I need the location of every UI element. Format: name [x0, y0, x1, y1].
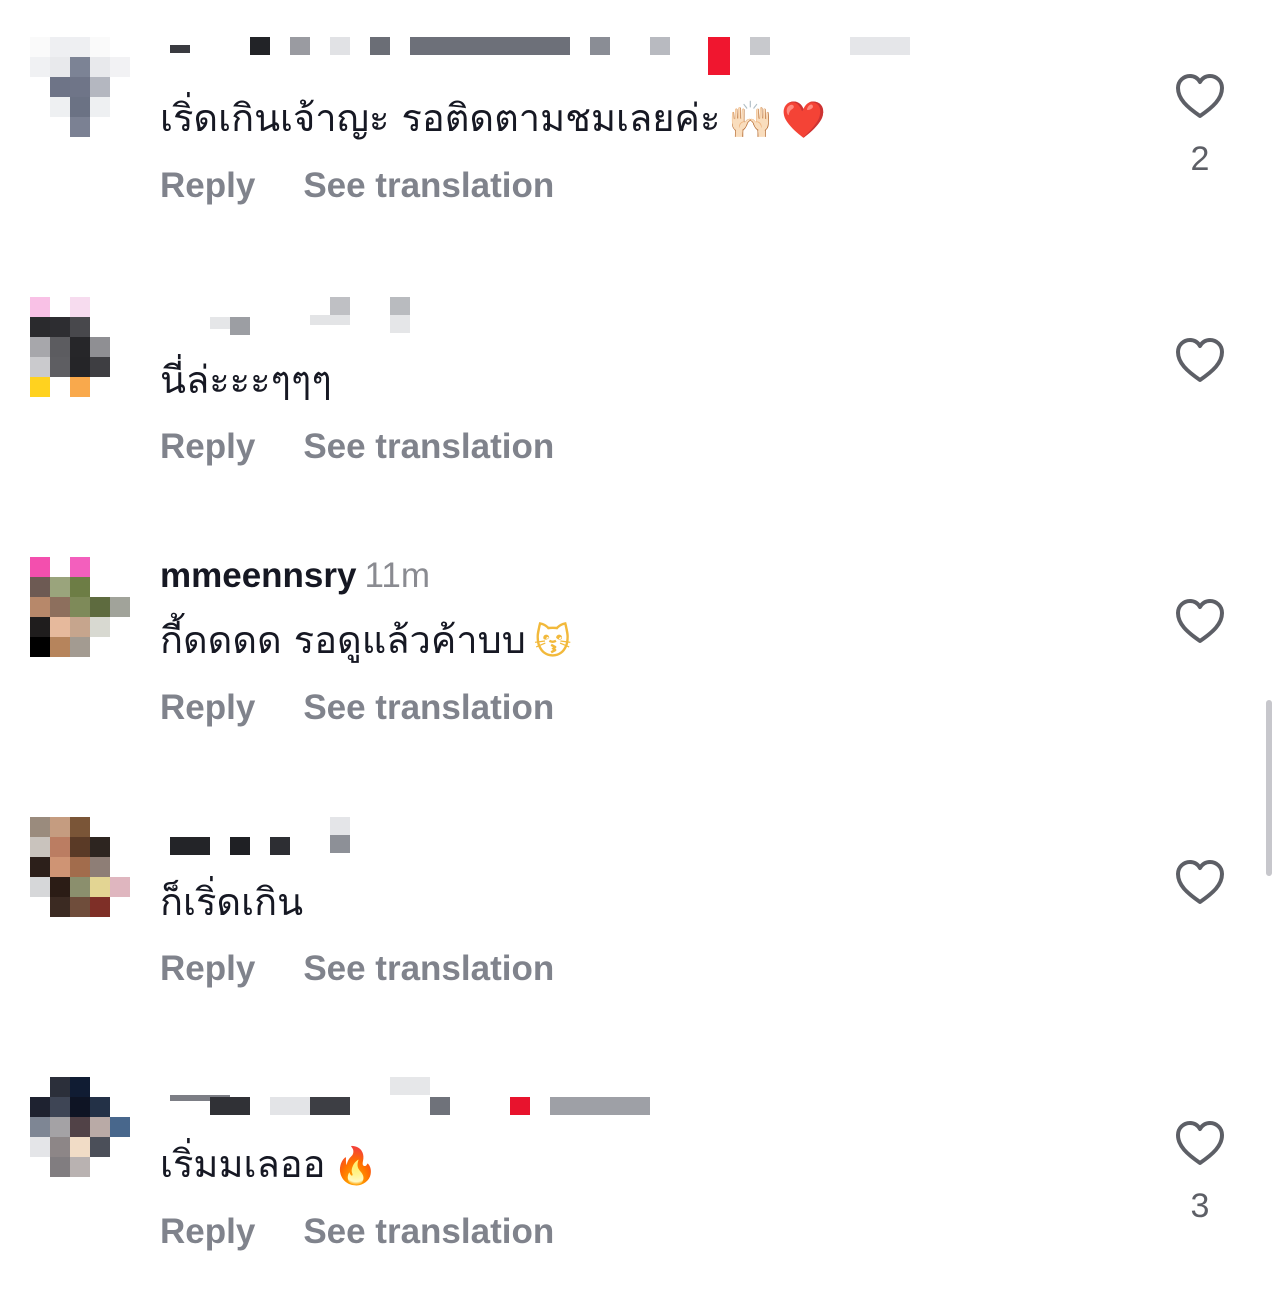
comment-actions: Reply See translation: [160, 1212, 554, 1252]
timestamp: 11m: [364, 556, 430, 595]
avatar[interactable]: [30, 817, 130, 917]
avatar[interactable]: [30, 557, 130, 657]
avatar[interactable]: [30, 1077, 130, 1177]
like-button[interactable]: 3: [1172, 1120, 1228, 1226]
like-button[interactable]: [1172, 859, 1228, 925]
comment-text: เริ่ดเกินเจ้าญะ รอติดตามชมเลยค่ะ 🙌🏻 ❤️: [160, 92, 826, 147]
reply-button[interactable]: Reply: [160, 166, 255, 206]
comment-item: เริ่มมเลออ 🔥 Reply See translation 3: [0, 1040, 1284, 1280]
see-translation-button[interactable]: See translation: [303, 949, 554, 989]
comment-item: เริ่ดเกินเจ้าญะ รอติดตามชมเลยค่ะ 🙌🏻 ❤️ Rep…: [0, 0, 1284, 240]
comment-item: mmeennsry 11m กี้ดดดด รอดูแล้วค้าบบ 😽 Repl…: [0, 520, 1284, 760]
comment-actions: Reply See translation: [160, 949, 554, 989]
comment-actions: Reply See translation: [160, 688, 554, 728]
raising-hands-emoji: 🙌🏻: [728, 99, 774, 141]
redacted-username: [160, 297, 420, 335]
comment-actions: Reply See translation: [160, 427, 554, 467]
comment-item: ก็เริ่ดเกิน Reply See translation: [0, 780, 1284, 1020]
redacted-username: [160, 817, 400, 855]
heart-outline-icon: [1176, 860, 1224, 904]
avatar[interactable]: [30, 297, 130, 397]
like-count: 2: [1190, 140, 1210, 178]
comment-item: นี่ล่ะะะๆๆๆ Reply See translation: [0, 260, 1284, 500]
heart-outline-icon: [1176, 74, 1224, 118]
reply-button[interactable]: Reply: [160, 427, 255, 467]
see-translation-button[interactable]: See translation: [303, 688, 554, 728]
comment-text: เริ่มมเลออ 🔥: [160, 1138, 378, 1193]
comment-actions: Reply See translation: [160, 166, 554, 206]
reply-button[interactable]: Reply: [160, 949, 255, 989]
avatar[interactable]: [30, 37, 130, 137]
heart-outline-icon: [1176, 338, 1224, 382]
redacted-username: [160, 1077, 660, 1115]
like-button[interactable]: 2: [1172, 73, 1228, 179]
comment-text: กี้ดดดด รอดูแล้วค้าบบ 😽: [160, 614, 571, 669]
see-translation-button[interactable]: See translation: [303, 166, 554, 206]
like-button[interactable]: [1172, 598, 1228, 664]
heart-outline-icon: [1176, 1121, 1224, 1165]
like-button[interactable]: [1172, 337, 1228, 403]
reply-button[interactable]: Reply: [160, 1212, 255, 1252]
fire-emoji: 🔥: [333, 1145, 379, 1187]
like-count: 3: [1190, 1187, 1210, 1225]
heart-outline-icon: [1176, 599, 1224, 643]
kissing-cat-emoji: 😽: [533, 621, 572, 663]
reply-button[interactable]: Reply: [160, 688, 255, 728]
redacted-username: [160, 37, 920, 75]
see-translation-button[interactable]: See translation: [303, 427, 554, 467]
red-heart-emoji: ❤️: [781, 99, 827, 141]
comment-text: ก็เริ่ดเกิน: [160, 880, 304, 924]
comment-meta: mmeennsry 11m: [160, 556, 430, 596]
username[interactable]: mmeennsry: [160, 556, 356, 595]
scrollbar[interactable]: [1266, 700, 1272, 876]
see-translation-button[interactable]: See translation: [303, 1212, 554, 1252]
comment-text: นี่ล่ะะะๆๆๆ: [160, 358, 332, 402]
